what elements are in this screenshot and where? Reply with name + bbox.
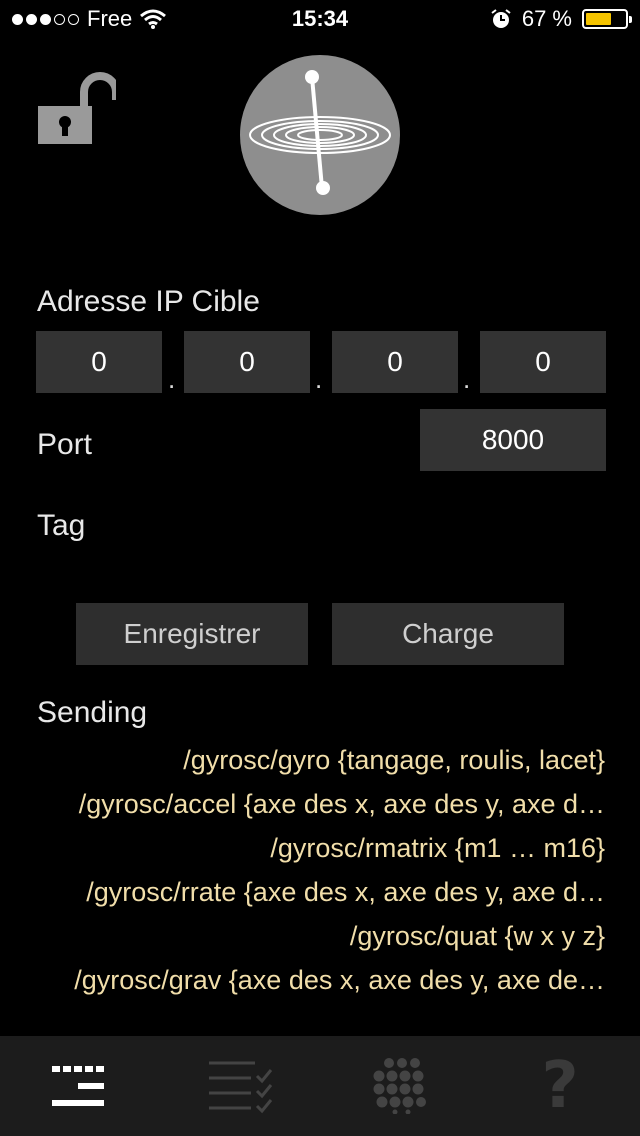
- ip-octet-1-field[interactable]: 0: [36, 331, 162, 393]
- load-button[interactable]: Charge: [332, 603, 564, 665]
- tag-label: Tag: [37, 509, 86, 542]
- port-field[interactable]: 8000: [420, 409, 606, 471]
- ip-octet-4-field[interactable]: 0: [480, 331, 606, 393]
- save-button[interactable]: Enregistrer: [76, 603, 308, 665]
- battery-fill: [586, 13, 612, 25]
- ip-address-label: Adresse IP Cible: [37, 285, 260, 318]
- gyroscope-logo-icon: [240, 55, 400, 215]
- status-bar: Free 15:34 67 %: [0, 0, 640, 40]
- osc-message-line: /gyrosc/rmatrix {m1 … m16}: [270, 833, 605, 863]
- battery-percent: 67 %: [521, 6, 572, 31]
- ip-octet-2-field[interactable]: 0: [184, 331, 310, 393]
- ip-separator: .: [168, 364, 176, 394]
- osc-message-line: /gyrosc/accel {axe des x, axe des y, axe…: [78, 789, 605, 819]
- tab-dots-grid[interactable]: [320, 1036, 480, 1136]
- osc-message-line: /gyrosc/rrate {axe des x, axe des y, axe…: [86, 877, 605, 907]
- sending-title: Sending: [37, 696, 148, 729]
- sending-list: /gyrosc/gyro {tangage, roulis, lacet} /g…: [30, 740, 605, 1004]
- checklist-icon: [209, 1061, 273, 1114]
- dots-grid-icon: [373, 1058, 426, 1114]
- battery-icon: [582, 9, 632, 29]
- tab-bar: ?: [0, 1036, 640, 1136]
- port-label: Port: [37, 428, 93, 461]
- help-icon: ?: [541, 1049, 579, 1123]
- tab-checklist[interactable]: [160, 1036, 320, 1136]
- settings-lines-icon: [52, 1066, 104, 1106]
- tab-settings[interactable]: [0, 1036, 160, 1136]
- status-right: 67 %: [490, 6, 632, 32]
- ip-octet-3-field[interactable]: 0: [332, 331, 458, 393]
- osc-message-line: /gyrosc/grav {axe des x, axe des y, axe …: [74, 965, 605, 995]
- unlocked-padlock-icon[interactable]: [36, 70, 120, 145]
- tab-help[interactable]: ?: [480, 1036, 640, 1136]
- alarm-icon: [491, 9, 511, 28]
- ip-separator: .: [463, 364, 471, 394]
- ip-separator: .: [315, 364, 323, 394]
- osc-message-line: /gyrosc/quat {w x y z}: [349, 921, 605, 951]
- osc-message-line: /gyrosc/gyro {tangage, roulis, lacet}: [183, 745, 605, 775]
